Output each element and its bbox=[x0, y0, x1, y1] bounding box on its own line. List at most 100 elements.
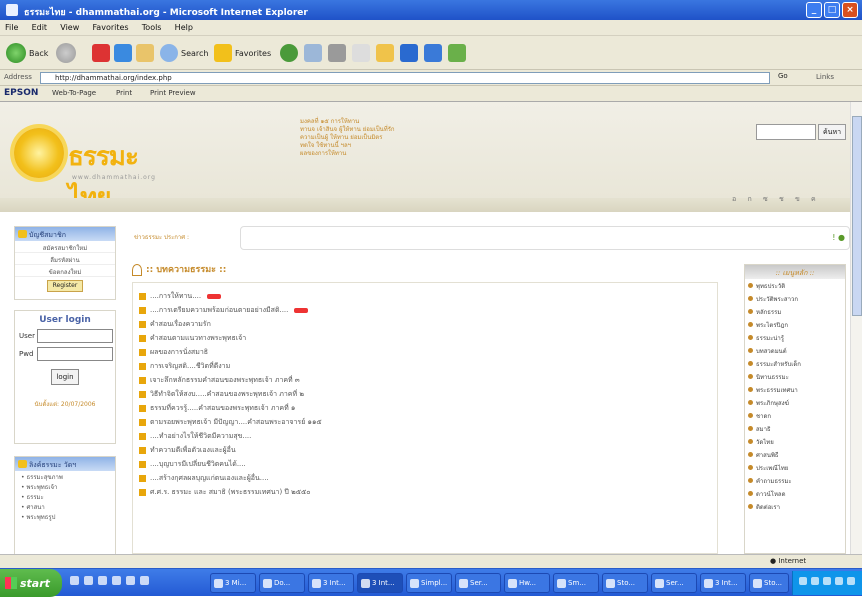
article-item[interactable]: ....การให้ทาน.... bbox=[133, 289, 717, 303]
article-item[interactable]: คำสอนเรื่องความรัก bbox=[133, 317, 717, 331]
article-item[interactable]: วิธีทำจิตให้สงบ.....คำสอนของพระพุทธเจ้า … bbox=[133, 387, 717, 401]
right-menu-item[interactable]: ประวัติพระสาวก bbox=[745, 292, 845, 305]
stop-button[interactable] bbox=[92, 42, 110, 64]
taskbar-item[interactable]: Sto... bbox=[749, 573, 789, 593]
favorites-button[interactable]: Favorites bbox=[214, 42, 271, 64]
refresh-button[interactable] bbox=[114, 42, 132, 64]
back-button[interactable]: Back bbox=[6, 42, 48, 64]
minimize-button[interactable]: _ bbox=[806, 2, 822, 18]
site-search-input[interactable] bbox=[756, 124, 816, 140]
taskbar-item[interactable]: Simpl... bbox=[406, 573, 452, 593]
close-button[interactable]: × bbox=[842, 2, 858, 18]
search-button[interactable]: Search bbox=[160, 42, 208, 64]
taskbar-item[interactable]: Ser... bbox=[651, 573, 697, 593]
links-button[interactable]: Links bbox=[816, 73, 834, 81]
user-input[interactable] bbox=[37, 329, 113, 343]
header-icon-6[interactable]: ค bbox=[811, 194, 816, 205]
right-menu-item[interactable]: สมาธิ bbox=[745, 422, 845, 435]
article-item[interactable]: การเจริญสติ....ชีวิตที่ดีงาม bbox=[133, 359, 717, 373]
article-item[interactable]: ธรรมที่ควรรู้.....คำสอนของพระพุทธเจ้า ภา… bbox=[133, 401, 717, 415]
right-menu-item[interactable]: บทสวดมนต์ bbox=[745, 344, 845, 357]
password-input[interactable] bbox=[37, 347, 113, 361]
terms-link[interactable]: ข้อตกลงใหม่ bbox=[15, 265, 115, 277]
right-menu-item[interactable]: ติดต่อเรา bbox=[745, 500, 845, 513]
taskbar-item-active[interactable]: 3 Int... bbox=[357, 573, 403, 593]
menu-help[interactable]: Help bbox=[170, 20, 198, 32]
menu-edit[interactable]: Edit bbox=[27, 20, 53, 32]
article-item[interactable]: ศ.ศ.ร. ธรรมะ และ สมาธิ (พระธรรมเทศนา) ปี… bbox=[133, 485, 717, 499]
folder-button[interactable] bbox=[376, 42, 394, 64]
link-item[interactable]: • พระพุทธรูป bbox=[15, 511, 115, 521]
quick-launch-icon[interactable] bbox=[112, 576, 121, 585]
taskbar-item[interactable]: Hw... bbox=[504, 573, 550, 593]
address-input[interactable]: http://dhammathai.org/index.php bbox=[40, 72, 770, 84]
go-button[interactable]: Go bbox=[778, 72, 812, 84]
history-button[interactable] bbox=[280, 42, 298, 64]
right-menu-item[interactable]: พระไตรปิฎก bbox=[745, 318, 845, 331]
right-menu-item[interactable]: นิทานธรรมะ bbox=[745, 370, 845, 383]
header-icon-2[interactable]: ก bbox=[747, 194, 751, 205]
maximize-button[interactable]: □ bbox=[824, 2, 840, 18]
right-menu-item[interactable]: พระภิกษุสงฆ์ bbox=[745, 396, 845, 409]
article-item[interactable]: ผลของการนั่งสมาธิ bbox=[133, 345, 717, 359]
article-item[interactable]: ....สร้างกุศลผลบุญแก่ตนเองและผู้อื่น.... bbox=[133, 471, 717, 485]
tray-icon[interactable] bbox=[823, 577, 831, 585]
taskbar-item[interactable]: 3 Mi... bbox=[210, 573, 256, 593]
quick-launch-icon[interactable] bbox=[84, 576, 93, 585]
right-menu-item[interactable]: ธรรมะสำหรับเด็ก bbox=[745, 357, 845, 370]
edit-button[interactable] bbox=[352, 42, 370, 64]
right-menu-item[interactable]: คำถามธรรมะ bbox=[745, 474, 845, 487]
mail-button[interactable] bbox=[304, 42, 322, 64]
site-search-button[interactable]: ค้นหา bbox=[818, 124, 846, 140]
research-button[interactable] bbox=[424, 42, 442, 64]
start-button[interactable]: start bbox=[0, 569, 62, 597]
quick-launch-icon[interactable] bbox=[140, 576, 149, 585]
right-menu-item[interactable]: ธรรมะน่ารู้ bbox=[745, 331, 845, 344]
header-icon-5[interactable]: ข bbox=[795, 194, 800, 205]
taskbar-item[interactable]: Ser... bbox=[455, 573, 501, 593]
header-icon-1[interactable]: อ bbox=[732, 194, 736, 205]
quick-launch-icon[interactable] bbox=[126, 576, 135, 585]
ticker-controls-icon[interactable]: ! ● bbox=[832, 233, 845, 242]
right-menu-item[interactable]: พุทธประวัติ bbox=[745, 279, 845, 292]
article-item[interactable]: เจาะลึกหลักธรรมคำสอนของพระพุทธเจ้า ภาคที… bbox=[133, 373, 717, 387]
scrollbar-thumb[interactable] bbox=[852, 116, 862, 316]
print-preview-button[interactable]: Print Preview bbox=[150, 89, 196, 97]
article-item[interactable]: ....ทำอย่างไรให้ชีวิตมีความสุข.... bbox=[133, 429, 717, 443]
menu-view[interactable]: View bbox=[55, 20, 84, 32]
right-menu-item[interactable]: ชาดก bbox=[745, 409, 845, 422]
right-menu-item[interactable]: ศาสนพิธี bbox=[745, 448, 845, 461]
article-item[interactable]: ตามรอยพระพุทธเจ้า มีปัญญา....คำสอนพระอาจ… bbox=[133, 415, 717, 429]
link-item[interactable]: • ธรรมะสุขภาพ bbox=[15, 471, 115, 481]
tray-icon[interactable] bbox=[835, 577, 843, 585]
article-item[interactable]: ....การเตรียมความพร้อมก่อนตายอย่างมีสติ.… bbox=[133, 303, 717, 317]
taskbar-item[interactable]: 3 Int... bbox=[308, 573, 354, 593]
home-button[interactable] bbox=[136, 42, 154, 64]
taskbar-item[interactable]: 3 Int... bbox=[700, 573, 746, 593]
login-button[interactable]: login bbox=[51, 369, 79, 385]
tools-button[interactable] bbox=[448, 42, 466, 64]
web-to-page-button[interactable]: Web-To-Page bbox=[52, 89, 96, 97]
epson-print-button[interactable]: Print bbox=[116, 89, 132, 97]
menu-file[interactable]: File bbox=[0, 20, 23, 32]
register-button[interactable]: Register bbox=[47, 280, 83, 292]
messenger-button[interactable] bbox=[400, 42, 418, 64]
header-icon-3[interactable]: ซ bbox=[763, 194, 768, 205]
forgot-password-link[interactable]: ลืมรหัสผ่าน bbox=[15, 253, 115, 265]
menu-tools[interactable]: Tools bbox=[137, 20, 167, 32]
taskbar-item[interactable]: Sm... bbox=[553, 573, 599, 593]
right-menu-item[interactable]: พระธรรมเทศนา bbox=[745, 383, 845, 396]
link-item[interactable]: • ธรรมะ bbox=[15, 491, 115, 501]
quick-launch-icon[interactable] bbox=[98, 576, 107, 585]
tray-icon[interactable] bbox=[847, 577, 855, 585]
tray-icon[interactable] bbox=[811, 577, 819, 585]
article-item[interactable]: ....บุญบารมีเปลี่ยนชีวิตคนได้.... bbox=[133, 457, 717, 471]
print-button[interactable] bbox=[328, 42, 346, 64]
link-item[interactable]: • พระพุทธเจ้า bbox=[15, 481, 115, 491]
header-icon-4[interactable]: ช bbox=[779, 194, 784, 205]
right-menu-item[interactable]: หลักธรรม bbox=[745, 305, 845, 318]
taskbar-item[interactable]: Do... bbox=[259, 573, 305, 593]
vertical-scrollbar[interactable] bbox=[850, 102, 862, 554]
quick-launch-icon[interactable] bbox=[70, 576, 79, 585]
menu-favorites[interactable]: Favorites bbox=[87, 20, 133, 32]
